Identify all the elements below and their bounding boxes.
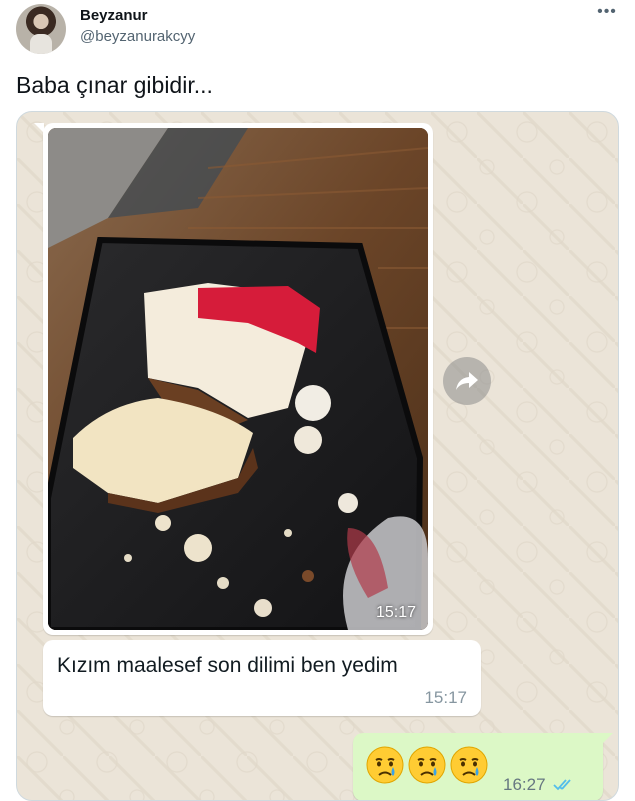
message-time: 15:17 [424,688,467,707]
sent-message-bubble: 16:27 [353,733,613,800]
emoji-row [365,745,489,785]
author-name[interactable]: Beyzanur [80,7,148,24]
crying-face-icon [450,746,488,784]
more-options-icon[interactable]: ••• [595,4,619,24]
forward-icon [456,372,478,390]
author-handle[interactable]: @beyzanurakcyy [80,28,195,45]
image-message-time: 15:17 [375,604,416,621]
bubble-tail [34,123,44,133]
double-check-icon [553,779,571,791]
crying-face-icon [366,746,404,784]
avatar[interactable] [16,4,66,54]
tweet-header: Beyzanur @beyzanurakcyy ••• [16,4,619,56]
forward-button[interactable] [443,357,491,405]
bubble-tail [603,733,613,743]
sent-message-time: 16:27 [503,775,546,794]
image-message-bubble: 15:17 [34,123,433,635]
crying-face-icon [408,746,446,784]
cheesecake-photo[interactable]: 15:17 [48,128,428,630]
message-text: Kızım maalesef son dilimi ben yedim [57,654,398,677]
tweet-media[interactable]: 15:17 Kızım maalesef son dilimi ben yedi… [16,111,619,801]
tweet-text: Baba çınar gibidir... [16,72,213,98]
text-message-bubble: Kızım maalesef son dilimi ben yedim 15:1… [43,640,481,716]
